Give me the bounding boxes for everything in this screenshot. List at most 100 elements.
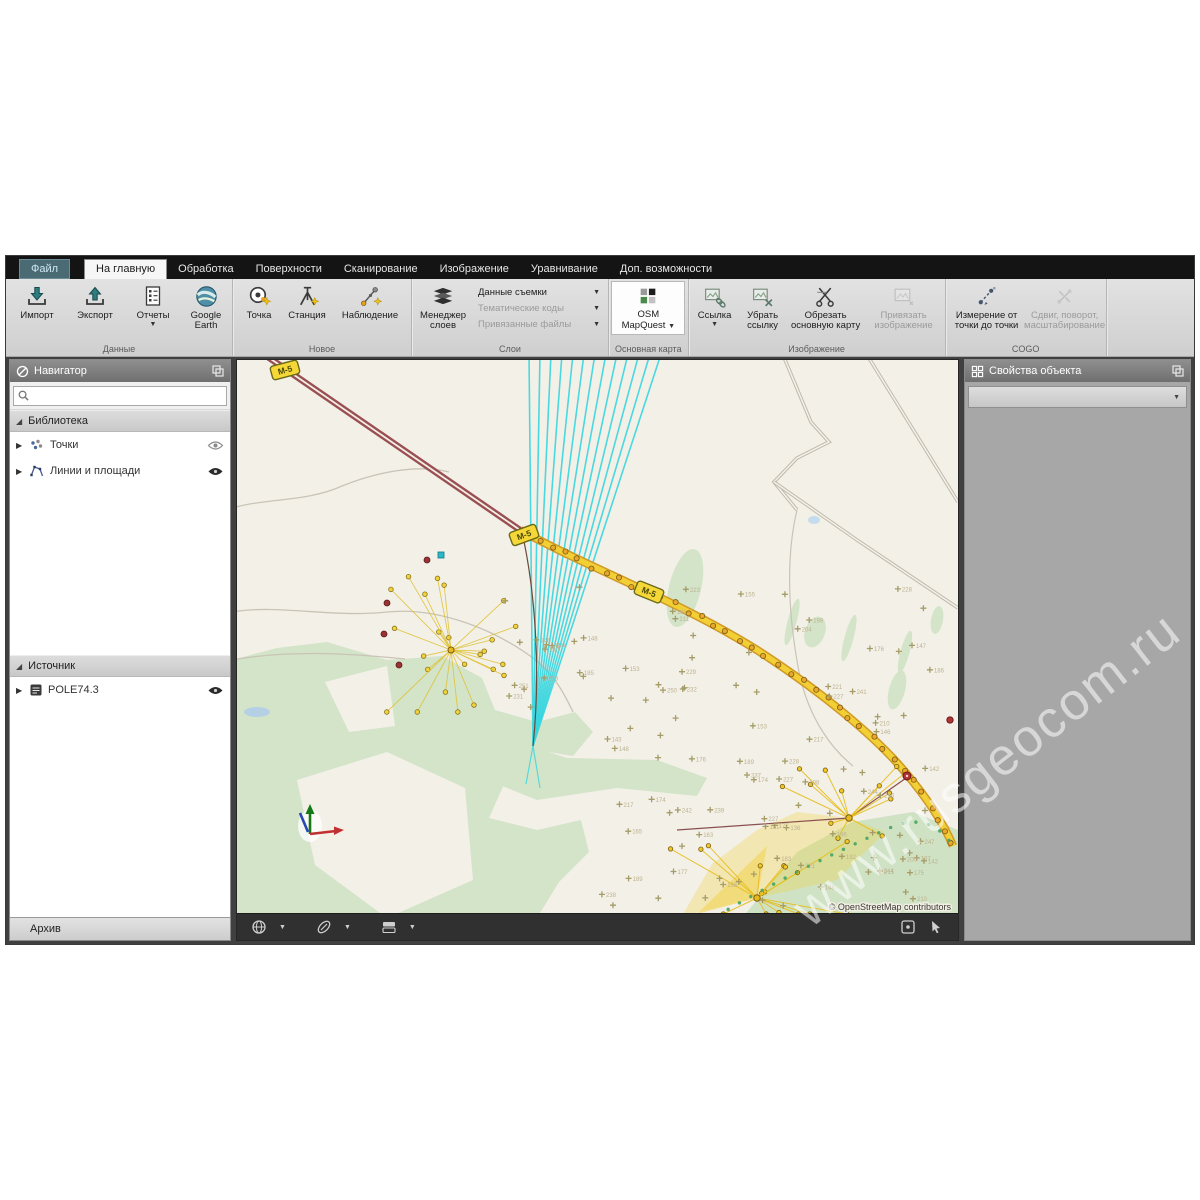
group-label-layers: Слои [414,343,606,356]
chevron-down-icon: ▼ [409,924,416,931]
collapse-icon: ◢ [16,662,22,671]
tab-extras[interactable]: Доп. возможности [609,259,723,279]
import-button[interactable]: Импорт [8,280,66,322]
svg-text:229: 229 [686,670,697,676]
svg-text:196: 196 [837,832,848,838]
zoom-extents-button[interactable] [896,917,920,937]
svg-text:196: 196 [727,883,738,889]
pin-icon[interactable] [212,365,224,377]
import-icon [24,283,50,309]
svg-text:174: 174 [656,798,667,804]
pin-icon[interactable] [1172,365,1184,377]
svg-text:204: 204 [802,627,813,633]
properties-empty-body [965,412,1190,940]
tab-surfaces[interactable]: Поверхности [245,259,333,279]
expander-icon[interactable]: ▶ [16,441,24,450]
select-tool-button[interactable] [924,917,948,937]
svg-text:244: 244 [868,790,879,796]
expander-icon[interactable]: ▶ [16,467,24,476]
tree-item-source-file[interactable]: ▶ POLE74.3 [10,677,230,703]
svg-text:256: 256 [884,794,895,800]
map-toolbar: ▼ ▼ ▼ [237,913,958,940]
visibility-toggle[interactable] [207,466,224,477]
search-input[interactable] [32,387,228,405]
tab-file[interactable]: Файл [19,259,70,279]
svg-text:223: 223 [690,588,701,594]
scissors-icon [813,283,839,309]
google-earth-button[interactable]: Google Earth [182,280,230,333]
expander-icon[interactable]: ▶ [16,686,24,695]
measure-point-to-point-button[interactable]: Измерение от точки до точки [948,280,1026,333]
google-earth-label: Google Earth [183,311,229,332]
section-source[interactable]: ◢ Источник [10,655,230,677]
svg-text:174: 174 [758,778,769,784]
svg-text:191: 191 [677,610,688,616]
source-file-label: POLE74.3 [48,684,99,696]
move-rotate-scale-label: Сдвиг, поворот, масштабирование [1024,311,1105,332]
svg-text:148: 148 [588,636,599,642]
visibility-toggle[interactable] [207,440,224,451]
move-rotate-scale-button: Сдвиг, поворот, масштабирование [1026,280,1104,333]
tree-item-points[interactable]: ▶ Точки [10,432,230,458]
crop-basemap-label: Обрезать основную карту [788,311,864,332]
map-view[interactable]: 2322372391461832231461982211851431362152… [236,359,959,941]
chevron-down-icon: ▼ [668,323,675,330]
view-orbit-caret[interactable]: ▼ [275,922,290,933]
archive-bar[interactable]: Архив [10,917,230,940]
ribbon-tab-bar: Файл На главную Обработка Поверхности Ск… [6,256,1194,279]
visibility-toggle[interactable] [207,685,224,696]
object-selector-dropdown[interactable]: ▼ [968,386,1187,408]
svg-text:142: 142 [928,859,939,865]
map-canvas[interactable]: 2322372391461832231461982211851431362152… [237,360,958,918]
link-button[interactable]: Ссылка ▼ [691,280,739,329]
remove-link-button[interactable]: Убрать ссылку [739,280,787,333]
tab-scanning[interactable]: Сканирование [333,259,429,279]
svg-text:247: 247 [925,840,936,846]
library-label: Библиотека [28,415,88,427]
svg-text:165: 165 [632,830,643,836]
export-icon [82,283,108,309]
svg-text:146: 146 [880,730,891,736]
chevron-down-icon: ▼ [344,924,351,931]
reports-label: Отчеты [137,311,170,321]
svg-text:244: 244 [884,869,895,875]
draw-tool-caret[interactable]: ▼ [340,922,355,933]
basemap-osm-button[interactable]: OSM MapQuest ▼ [611,281,685,335]
svg-text:176: 176 [874,647,885,653]
svg-text:136: 136 [790,826,801,832]
new-station-button[interactable]: Станция [283,280,331,322]
export-button[interactable]: Экспорт [66,280,124,322]
survey-data-menu[interactable]: Данные съемки ▼ [472,284,606,300]
layer-manager-button[interactable]: Менеджер слоев [414,280,472,333]
svg-text:227: 227 [833,695,844,701]
svg-text:146: 146 [540,638,551,644]
tab-home[interactable]: На главную [84,259,167,279]
section-library[interactable]: ◢ Библиотека [10,410,230,432]
properties-panel: Свойства объекта ▼ [964,359,1191,941]
reports-button[interactable]: Отчеты ▼ [124,280,182,329]
svg-text:147: 147 [916,644,927,650]
eye-icon [207,440,224,451]
new-point-button[interactable]: Точка [235,280,283,322]
tab-processing[interactable]: Обработка [167,259,244,279]
svg-text:238: 238 [606,893,617,899]
layers-icon [381,919,397,935]
svg-text:227: 227 [783,778,794,784]
properties-grid-icon [971,365,984,378]
import-label: Импорт [20,311,53,321]
view-orbit-button[interactable] [247,917,271,937]
tree-item-lines-areas[interactable]: ▶ Линии и площади [10,458,230,484]
observation-icon [357,283,383,309]
tab-adjustment[interactable]: Уравнивание [520,259,609,279]
reports-icon [140,283,166,309]
map-layers-caret[interactable]: ▼ [405,922,420,933]
draw-tool-button[interactable] [312,917,336,937]
map-layers-button[interactable] [377,917,401,937]
svg-text:186: 186 [934,668,945,674]
svg-text:247: 247 [551,643,562,649]
group-label-data: Данные [8,343,230,356]
crop-basemap-button[interactable]: Обрезать основную карту [787,280,865,333]
tab-image[interactable]: Изображение [429,259,520,279]
new-observation-button[interactable]: Наблюдение [331,280,409,322]
chevron-down-icon: ▼ [279,924,286,931]
